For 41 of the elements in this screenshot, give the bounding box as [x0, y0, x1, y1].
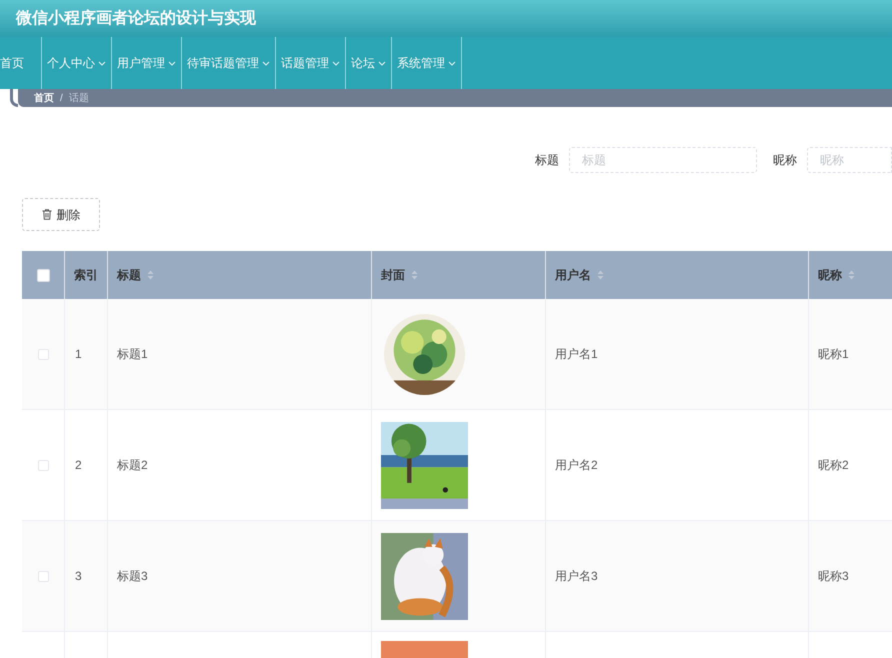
- search-label: 昵称: [773, 152, 797, 169]
- column-header[interactable]: 标题: [117, 266, 141, 284]
- search-label: 标题: [535, 152, 559, 169]
- sort-icon[interactable]: [848, 270, 855, 280]
- table-cell-text: 2: [75, 457, 82, 474]
- table-cell-text: 昵称1: [818, 346, 849, 363]
- row-checkbox[interactable]: [38, 570, 48, 582]
- chevron-down-icon: [332, 60, 340, 66]
- breadcrumb-link[interactable]: 首页: [34, 90, 54, 106]
- column-header[interactable]: 昵称: [818, 266, 842, 284]
- search-field[interactable]: 昵称: [807, 147, 892, 173]
- table-cell-text: 昵称3: [818, 568, 849, 585]
- table-cell-text: 3: [75, 568, 82, 585]
- table-cell-text: 标题3: [117, 568, 148, 585]
- chevron-down-icon: [168, 60, 176, 66]
- table-cell-text: 用户名2: [555, 457, 598, 474]
- breadcrumb-link[interactable]: 话题: [68, 90, 89, 106]
- breadcrumb-separator: /: [60, 92, 63, 106]
- table-cell-text: 用户名3: [555, 568, 598, 585]
- column-header[interactable]: 封面: [381, 266, 405, 284]
- table-cell-text: 标题2: [117, 457, 148, 474]
- delete-button[interactable]: 删除: [22, 198, 100, 231]
- table-cell-text: 1: [75, 346, 82, 363]
- table-cell-text: 昵称2: [818, 457, 849, 474]
- trash-icon: [42, 209, 52, 220]
- chevron-down-icon: [378, 60, 386, 66]
- column-header[interactable]: 索引: [74, 266, 98, 284]
- table-cell-text: 标题1: [117, 346, 148, 363]
- row-checkbox[interactable]: [38, 460, 48, 470]
- column-header[interactable]: 用户名: [555, 266, 591, 284]
- chevron-down-icon: [98, 60, 106, 66]
- chevron-down-icon: [448, 60, 456, 66]
- app-title: 微信小程序画者论坛的设计与实现: [16, 8, 256, 28]
- row-checkbox[interactable]: [38, 348, 48, 360]
- chevron-down-icon: [262, 60, 270, 66]
- table-cell-text: 用户名1: [555, 346, 598, 363]
- sort-icon[interactable]: [147, 270, 154, 280]
- sort-icon[interactable]: [411, 270, 418, 280]
- sort-icon[interactable]: [597, 270, 604, 280]
- search-field[interactable]: 标题: [569, 147, 757, 173]
- select-all-checkbox[interactable]: [36, 268, 50, 282]
